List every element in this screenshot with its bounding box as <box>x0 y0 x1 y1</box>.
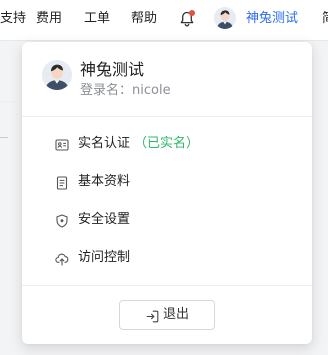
avatar[interactable] <box>214 7 236 29</box>
top-navigation-bar: 支持 费用 工单 帮助 神兔测试 简 <box>0 0 328 41</box>
profile-header: 神兔测试 登录名：nicole <box>22 42 312 117</box>
logout-label: 退出 <box>163 307 190 322</box>
menu-item-profile[interactable]: 基本资料 <box>22 166 312 198</box>
menu-item-label: 实名认证 <box>78 136 131 151</box>
menu-item-access-control[interactable]: 访问控制 <box>22 242 312 274</box>
nav-billing[interactable]: 费用 <box>36 11 62 27</box>
cloud-upload-icon <box>55 251 69 266</box>
login-name-label: 登录名： <box>80 83 133 98</box>
shield-icon <box>55 213 69 228</box>
nav-support[interactable]: 支持 <box>0 11 26 27</box>
notification-dot <box>189 10 195 16</box>
avatar <box>42 60 72 90</box>
background-divider <box>0 137 8 138</box>
logout-icon <box>146 308 159 323</box>
menu-item-label: 访问控制 <box>78 250 131 265</box>
profile-name: 神兔测试 <box>80 60 145 79</box>
background-divider <box>0 101 18 102</box>
id-card-icon <box>55 137 69 151</box>
document-icon <box>55 175 69 190</box>
menu-item-verification[interactable]: 实名认证 （已实名） <box>22 128 312 160</box>
login-name-value: nicole <box>132 83 171 98</box>
nav-truncated-item[interactable]: 简 <box>322 11 328 27</box>
menu-item-security[interactable]: 安全设置 <box>22 204 312 236</box>
menu-item-label: 基本资料 <box>78 174 131 189</box>
user-dropdown-menu: 神兔测试 登录名：nicole 实名认证 （已实名） 基本资料 安全设置 访问控… <box>22 42 312 344</box>
nav-help[interactable]: 帮助 <box>131 11 157 27</box>
verification-status-badge: （已实名） <box>134 136 200 151</box>
dropdown-footer: 退出 <box>22 285 312 345</box>
menu-item-label: 安全设置 <box>78 212 131 227</box>
bell-icon[interactable] <box>179 10 195 28</box>
user-menu-trigger[interactable]: 神兔测试 <box>246 11 298 27</box>
nav-tickets[interactable]: 工单 <box>84 11 110 27</box>
logout-button[interactable]: 退出 <box>119 300 215 330</box>
login-name: 登录名：nicole <box>80 83 171 99</box>
